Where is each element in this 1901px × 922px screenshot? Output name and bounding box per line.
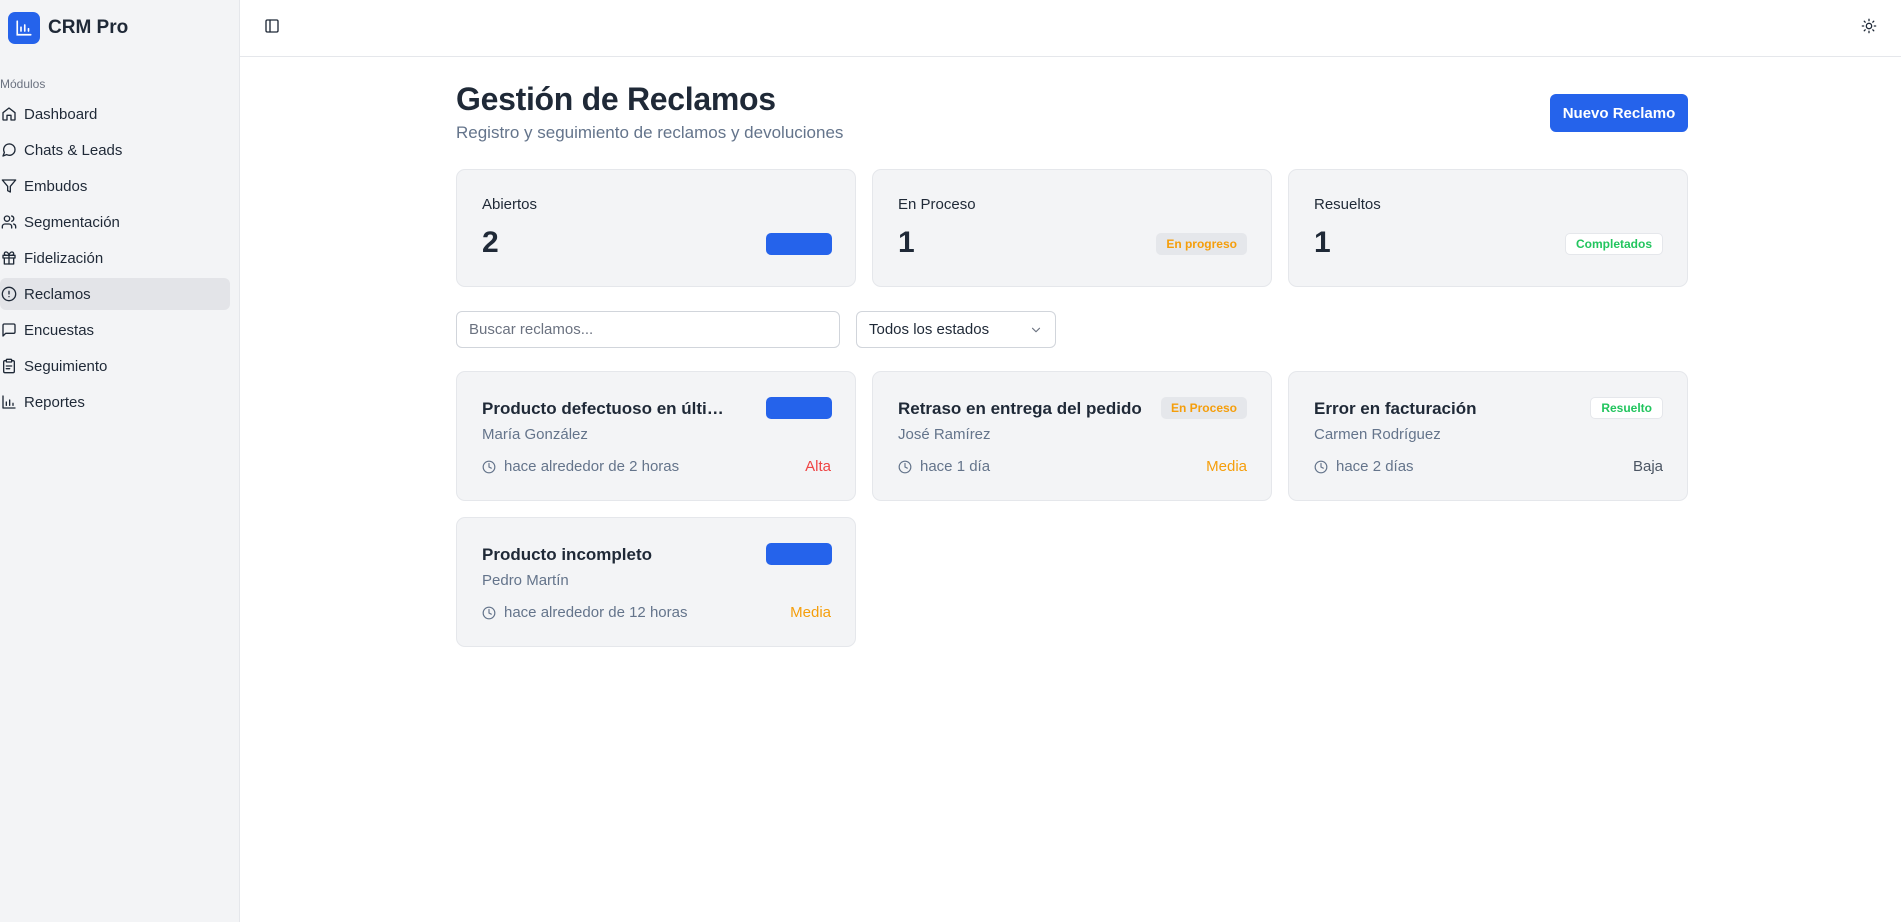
page-subtitle: Registro y seguimiento de reclamos y dev… [456,123,844,142]
users-icon [1,215,17,229]
chat-icon [2,143,16,157]
claim-time-text: hace alrededor de 2 horas [504,458,680,475]
sidebar: CRM Pro Módulos Dashboard Chats & Leads … [0,0,240,922]
message-square-icon [2,323,16,337]
clock-icon [1314,460,1328,473]
claim-card[interactable]: Producto incompleto Pedro Martín hace al… [456,517,856,647]
sidebar-item-label: Seguimiento [24,357,108,375]
claim-time: hace 2 días [1314,458,1414,475]
claim-title: Producto defectuoso en última compra [482,399,732,418]
sidebar-nav: Dashboard Chats & Leads Embudos Segmenta… [0,98,239,418]
status-badge [766,543,832,565]
clock-icon [898,460,912,473]
page-title: Gestión de Reclamos [456,81,776,117]
claim-customer: María González [482,426,588,443]
stat-card-en-proceso: En Proceso 1 En progreso [872,169,1272,287]
claim-time-text: hace alrededor de 12 horas [504,604,688,621]
filter-icon [1,179,17,193]
claim-time: hace 1 día [898,458,990,475]
priority-label: Media [790,604,831,621]
stat-card-resueltos: Resueltos 1 Completados [1288,169,1688,287]
sidebar-item-segmentacion[interactable]: Segmentación [0,206,230,238]
claim-time-text: hace 1 día [920,458,991,475]
status-badge [766,397,832,419]
sidebar-item-label: Embudos [24,177,88,195]
stat-title: Abiertos [482,196,538,213]
status-filter-value: Todos los estados [869,321,990,338]
sidebar-toggle-button[interactable] [258,12,286,40]
status-badge: Resuelto [1590,397,1663,419]
claim-time: hace alrededor de 12 horas [482,604,687,621]
clock-icon [482,606,496,619]
claim-card[interactable]: Producto defectuoso en última compra Mar… [456,371,856,501]
chevron-down-icon [1031,327,1041,333]
sidebar-item-label: Chats & Leads [24,141,123,159]
claim-customer: Pedro Martín [482,572,569,589]
panel-left-icon [265,19,279,33]
status-badge: Completados [1564,233,1663,255]
sidebar-item-fidelizacion[interactable]: Fidelización [0,242,230,274]
priority-label: Baja [1632,458,1663,475]
claim-card[interactable]: Error en facturación Resuelto Carmen Rod… [1288,371,1688,501]
claim-time: hace alrededor de 2 horas [482,458,679,475]
claim-title: Retraso en entrega del pedido [898,399,1142,418]
clipboard-icon [3,358,15,374]
claim-title: Producto incompleto [482,545,652,564]
sidebar-item-label: Dashboard [24,105,98,123]
claim-time-text: hace 2 días [1336,458,1414,475]
claim-card[interactable]: Retraso en entrega del pedido En Proceso… [872,371,1272,501]
sidebar-item-embudos[interactable]: Embudos [0,170,230,202]
app-name: CRM Pro [48,17,129,38]
status-badge [766,233,832,255]
new-claim-button[interactable]: Nuevo Reclamo [1550,94,1688,132]
priority-label: Media [1206,458,1247,475]
stat-value: 1 [1314,226,1331,259]
bar-chart-logo-icon [8,12,40,44]
alert-circle-icon [1,286,17,302]
stat-card-abiertos: Abiertos 2 [456,169,856,287]
claim-title: Error en facturación [1314,399,1477,418]
stat-title: En Proceso [898,196,976,213]
sidebar-item-reclamos[interactable]: Reclamos [0,278,230,310]
sidebar-item-label: Segmentación [24,213,120,231]
claim-customer: José Ramírez [898,426,991,443]
home-icon [2,107,16,121]
bar-chart-icon [2,395,16,409]
status-badge: En progreso [1156,233,1247,255]
sidebar-item-label: Fidelización [24,249,104,267]
sidebar-item-encuestas[interactable]: Encuestas [0,314,230,346]
sidebar-item-seguimiento[interactable]: Seguimiento [0,350,230,382]
stat-value: 1 [898,226,915,259]
status-badge: En Proceso [1160,397,1247,419]
sidebar-item-label: Reportes [24,393,85,411]
stat-value: 2 [482,226,499,259]
sun-icon [1861,18,1877,34]
gift-icon [2,251,16,265]
status-filter-select[interactable]: Todos los estados [856,311,1056,348]
brand[interactable]: CRM Pro [0,0,239,56]
theme-toggle-button[interactable] [1855,12,1883,40]
search-input[interactable] [456,311,840,348]
priority-label: Alta [805,458,831,475]
claim-customer: Carmen Rodríguez [1314,426,1441,443]
sidebar-item-chats-leads[interactable]: Chats & Leads [0,134,230,166]
clock-icon [482,460,496,473]
sidebar-item-label: Reclamos [24,285,91,303]
sidebar-section-label: Módulos [0,77,46,91]
stat-title: Resueltos [1314,196,1381,213]
sidebar-item-reportes[interactable]: Reportes [0,386,230,418]
sidebar-item-label: Encuestas [24,321,95,339]
sidebar-item-dashboard[interactable]: Dashboard [0,98,230,130]
topbar [240,0,1901,57]
